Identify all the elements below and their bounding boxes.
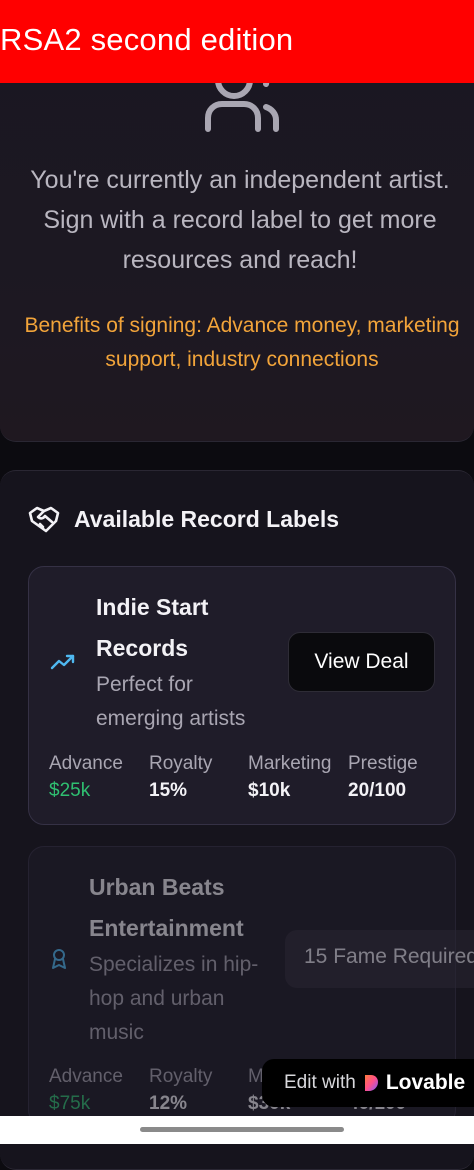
royalty-value: 15% [149, 780, 188, 801]
view-deal-button[interactable]: View Deal [288, 632, 435, 692]
label-description-line-1: Perfect for [96, 673, 193, 696]
advance-label: Advance [49, 753, 123, 774]
trending-up-icon [50, 654, 75, 670]
royalty-label: Royalty [149, 1066, 213, 1087]
advance-value: $75k [49, 1093, 91, 1114]
advance-value: $25k [49, 780, 91, 801]
lovable-heart-icon [364, 1075, 378, 1091]
label-name-line-2: Records [96, 635, 189, 661]
edit-with-text: Edit with [284, 1072, 356, 1093]
prestige-label: Prestige [348, 753, 418, 774]
royalty-value: 12% [149, 1093, 188, 1114]
label-description-line-2: hop and urban [89, 987, 225, 1010]
label-name-line-1: Indie Start [96, 594, 209, 620]
record-labels-title: Available Record Labels [74, 505, 340, 532]
prestige-value: 20/100 [348, 780, 407, 801]
home-gesture-handle[interactable] [140, 1127, 344, 1132]
fame-required-label: 15 Fame Required [304, 945, 474, 968]
fame-required-button: 15 Fame Required [285, 930, 474, 988]
signing-benefits-text: Benefits of signing: Advance money, mark… [24, 314, 460, 371]
label-name-line-2: Entertainment [89, 915, 244, 941]
marketing-value: $10k [248, 780, 291, 801]
app-title-bar: RSA2 second edition [0, 0, 474, 83]
app-title: RSA2 second edition [0, 22, 294, 57]
record-labels-header: Available Record Labels [28, 503, 339, 535]
label-description-line-1: Specializes in hip- [89, 953, 259, 976]
lovable-brand: Lovable [385, 1071, 466, 1094]
edit-with-lovable-badge[interactable]: Edit with Lovable [262, 1059, 474, 1107]
independent-artist-message: You're currently an independent artist. … [30, 166, 450, 274]
handshake-icon [28, 506, 60, 533]
royalty-label: Royalty [149, 753, 213, 774]
advance-label: Advance [49, 1066, 123, 1087]
system-navigation-bar [0, 1116, 474, 1144]
marketing-label: Marketing [248, 753, 332, 774]
users-icon [205, 74, 279, 132]
label-description-line-2: emerging artists [96, 707, 246, 730]
label-description-line-3: music [89, 1021, 144, 1044]
label-name-line-1: Urban Beats [89, 874, 225, 900]
award-ribbon-icon [52, 949, 66, 969]
